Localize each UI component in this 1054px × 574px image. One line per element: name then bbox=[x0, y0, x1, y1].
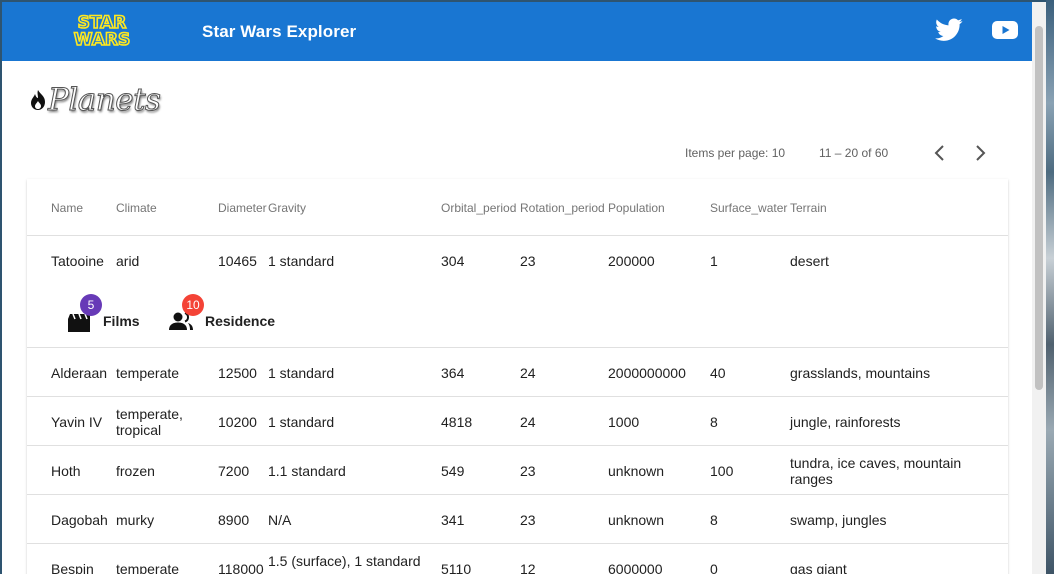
svg-text:WARS: WARS bbox=[74, 30, 130, 48]
app-window: STAR WARS Star Wars Explorer Planets Ite… bbox=[2, 2, 1032, 574]
app-title: Star Wars Explorer bbox=[202, 22, 357, 41]
table-row[interactable]: Dagobah murky 8900 N/A 341 23 unknown 8 … bbox=[27, 495, 1008, 544]
table-row[interactable]: Tatooine arid 10465 1 standard 304 23 20… bbox=[27, 236, 1008, 283]
cell-rotation-period: 23 bbox=[520, 512, 536, 528]
cell-diameter: 10465 bbox=[218, 253, 257, 269]
star-wars-logo[interactable]: STAR WARS bbox=[62, 12, 142, 48]
cell-name: Alderaan bbox=[51, 365, 108, 381]
cell-surface-water: 0 bbox=[710, 561, 718, 574]
table-header: Name Climate Diameter Gravity Orbital_pe… bbox=[27, 179, 1008, 236]
cell-orbital-period: 5110 bbox=[441, 561, 472, 574]
cell-climate: temperate bbox=[116, 561, 180, 574]
top-toolbar: STAR WARS Star Wars Explorer bbox=[2, 2, 1032, 61]
cell-climate: murky bbox=[116, 512, 155, 528]
cell-terrain: desert bbox=[790, 253, 829, 269]
cell-population: 6000000 bbox=[608, 561, 663, 574]
paginator: Items per page: 10 11 – 20 of 60 bbox=[2, 140, 1032, 168]
cell-diameter: 118000 bbox=[218, 561, 264, 574]
cell-surface-water: 1 bbox=[710, 253, 718, 269]
cell-name: Dagobah bbox=[51, 512, 108, 528]
residence-count-badge: 10 bbox=[182, 294, 204, 316]
cell-rotation-period: 12 bbox=[520, 561, 536, 574]
cell-name: Yavin IV bbox=[51, 414, 103, 430]
cell-gravity: 1.5 (surface), 1 standard bbox=[268, 553, 421, 569]
cell-terrain: swamp, jungles bbox=[790, 512, 887, 528]
residence-label: Residence bbox=[205, 313, 276, 329]
table-row[interactable]: Alderaan temperate 12500 1 standard 364 … bbox=[27, 348, 1008, 397]
page-title: Planets bbox=[47, 82, 161, 119]
cell-rotation-period: 24 bbox=[520, 414, 536, 430]
flame-icon bbox=[31, 90, 45, 110]
previous-page-button[interactable] bbox=[927, 140, 953, 166]
cell-population: unknown bbox=[608, 463, 665, 479]
table-row[interactable]: Yavin IV temperate, tropical 10200 1 sta… bbox=[27, 397, 1008, 446]
cell-climate: temperate bbox=[116, 365, 180, 381]
cell-terrain: grasslands, mountains bbox=[790, 365, 931, 381]
column-header-diameter[interactable]: Diameter bbox=[218, 201, 267, 215]
column-header-surface-water[interactable]: Surface_water bbox=[710, 201, 787, 215]
next-page-button[interactable] bbox=[967, 140, 993, 166]
cell-name: Hoth bbox=[51, 463, 81, 479]
column-header-gravity[interactable]: Gravity bbox=[268, 201, 306, 215]
cell-gravity: 1 standard bbox=[268, 365, 335, 381]
cell-surface-water: 100 bbox=[710, 463, 734, 479]
scrollbar-thumb[interactable] bbox=[1035, 26, 1043, 390]
cell-surface-water: 8 bbox=[710, 512, 718, 528]
cell-gravity: 1 standard bbox=[268, 414, 335, 430]
cell-terrain: gas giant bbox=[790, 561, 847, 574]
films-label: Films bbox=[103, 313, 140, 329]
cell-surface-water: 8 bbox=[710, 414, 718, 430]
cell-orbital-period: 364 bbox=[441, 365, 465, 381]
cell-population: 2000000000 bbox=[608, 365, 686, 381]
items-per-page-label[interactable]: Items per page: 10 bbox=[685, 146, 785, 160]
residence-button[interactable]: Residence bbox=[157, 283, 287, 347]
cell-orbital-period: 341 bbox=[441, 512, 465, 528]
column-header-climate[interactable]: Climate bbox=[116, 201, 157, 215]
planets-table: Name Climate Diameter Gravity Orbital_pe… bbox=[27, 179, 1008, 574]
cell-rotation-period: 23 bbox=[520, 463, 536, 479]
expanded-row-detail: Films Residence bbox=[27, 283, 1008, 348]
cell-gravity: 1.1 standard bbox=[268, 463, 346, 479]
cell-diameter: 12500 bbox=[218, 365, 257, 381]
cell-orbital-period: 4818 bbox=[441, 414, 473, 430]
cell-climate: temperate, tropical bbox=[116, 406, 183, 438]
cell-diameter: 8900 bbox=[218, 512, 250, 528]
cell-climate: arid bbox=[116, 253, 140, 269]
youtube-icon[interactable] bbox=[992, 20, 1018, 40]
cell-population: 200000 bbox=[608, 253, 655, 269]
twitter-icon[interactable] bbox=[935, 18, 963, 42]
cell-surface-water: 40 bbox=[710, 365, 726, 381]
cell-climate: frozen bbox=[116, 463, 155, 479]
cell-name: Bespin bbox=[51, 561, 94, 574]
table-row[interactable]: Hoth frozen 7200 1.1 standard 549 23 unk… bbox=[27, 446, 1008, 495]
column-header-population[interactable]: Population bbox=[608, 201, 665, 215]
films-count-badge: 5 bbox=[80, 294, 102, 316]
cell-diameter: 10200 bbox=[218, 414, 257, 430]
cell-rotation-period: 23 bbox=[520, 253, 536, 269]
desktop-background bbox=[1046, 0, 1054, 574]
cell-population: 1000 bbox=[608, 414, 640, 430]
range-label: 11 – 20 of 60 bbox=[819, 146, 889, 160]
cell-population: unknown bbox=[608, 512, 665, 528]
cell-orbital-period: 304 bbox=[441, 253, 465, 269]
cell-rotation-period: 24 bbox=[520, 365, 536, 381]
cell-orbital-period: 549 bbox=[441, 463, 465, 479]
column-header-name[interactable]: Name bbox=[51, 201, 83, 215]
cell-gravity: 1 standard bbox=[268, 253, 335, 269]
column-header-orbital-period[interactable]: Orbital_period bbox=[441, 201, 516, 215]
column-header-terrain[interactable]: Terrain bbox=[790, 201, 827, 215]
table-row[interactable]: Bespin temperate 118000 1.5 (surface), 1… bbox=[27, 544, 1008, 574]
cell-diameter: 7200 bbox=[218, 463, 250, 479]
column-header-rotation-period[interactable]: Rotation_period bbox=[520, 201, 605, 215]
cell-terrain: tundra, ice caves, mountain ranges bbox=[790, 455, 962, 487]
page-scrollbar[interactable] bbox=[1032, 2, 1046, 574]
cell-gravity: N/A bbox=[268, 512, 292, 528]
cell-name: Tatooine bbox=[51, 253, 104, 269]
cell-terrain: jungle, rainforests bbox=[790, 414, 901, 430]
